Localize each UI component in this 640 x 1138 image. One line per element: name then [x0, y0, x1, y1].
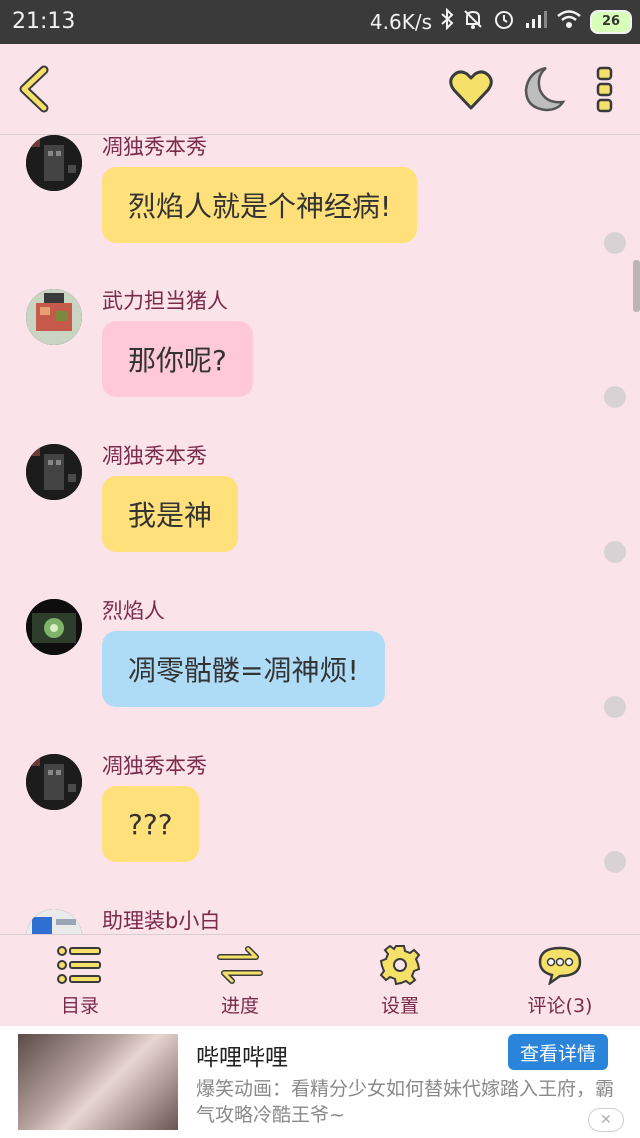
moon-icon — [524, 66, 566, 112]
toolbar-label: 目录 — [60, 995, 99, 1017]
close-icon[interactable]: ✕ — [588, 1108, 624, 1132]
swap-icon — [217, 946, 263, 984]
reader-header — [0, 44, 640, 135]
sender-name: 助理装b小白 — [102, 909, 221, 933]
sender-name: 凋独秀本秀 — [102, 444, 207, 468]
sender-name: 凋独秀本秀 — [102, 754, 207, 778]
comment-dot[interactable] — [604, 851, 626, 873]
status-time: 21:13 — [12, 9, 76, 34]
toolbar-comments-button[interactable]: 评论(3) — [480, 935, 640, 1027]
status-bar: 21:13 4.6K/s 26 — [0, 0, 640, 44]
ad-thumbnail[interactable] — [18, 1034, 178, 1130]
comment-dot[interactable] — [604, 386, 626, 408]
signal-icon — [524, 9, 548, 34]
comment-icon — [538, 946, 582, 985]
heart-icon — [449, 70, 493, 110]
status-icons: 4.6K/s 26 — [369, 7, 632, 35]
toolbar-settings-button[interactable]: 设置 — [320, 935, 480, 1027]
message-bubble[interactable]: 凋零骷髅=凋神烦! — [102, 631, 385, 707]
ad-description: 爆笑动画：看精分少女如何替妹代嫁踏入王府，霸气攻略冷酷王爷~ — [196, 1078, 615, 1126]
more-button[interactable] — [594, 66, 616, 114]
back-button[interactable] — [14, 64, 54, 114]
avatar[interactable] — [26, 135, 82, 191]
comment-dot[interactable] — [604, 232, 626, 254]
comment-dot[interactable] — [604, 541, 626, 563]
wifi-icon — [556, 9, 582, 34]
message-bubble[interactable]: 那你呢? — [102, 321, 253, 397]
message-bubble[interactable]: 烈焰人就是个神经病! — [102, 167, 418, 243]
toolbar-progress-button[interactable]: 进度 — [160, 935, 320, 1027]
sender-name: 凋独秀本秀 — [102, 135, 207, 159]
gear-icon — [379, 945, 421, 985]
sender-name: 烈焰人 — [102, 599, 165, 623]
list-icon — [57, 946, 101, 984]
ad-details-button[interactable]: 查看详情 — [508, 1034, 608, 1070]
comment-dot[interactable] — [604, 696, 626, 718]
ad-banner[interactable]: 哔哩哔哩 查看详情 爆笑动画：看精分少女如何替妹代嫁踏入王府，霸气攻略冷酷王爷~… — [0, 1026, 640, 1138]
back-icon — [19, 65, 49, 113]
toolbar-label: 进度 — [220, 995, 259, 1017]
scrollbar[interactable] — [633, 260, 640, 312]
bluetooth-icon — [440, 7, 454, 35]
toolbar-label: 设置 — [380, 995, 419, 1017]
avatar[interactable] — [26, 754, 82, 810]
alarm-icon — [492, 8, 516, 35]
battery-icon: 26 — [590, 9, 632, 34]
sender-name: 武力担当猪人 — [102, 289, 228, 313]
chat-list[interactable]: 凋独秀本秀 烈焰人就是个神经病! 武力担当猪人 那你呢? 凋独秀本秀 我是神 烈… — [0, 135, 640, 934]
message-bubble[interactable]: 我是神 — [102, 476, 239, 552]
network-speed: 4.6K/s — [369, 9, 432, 34]
avatar[interactable] — [26, 599, 82, 655]
avatar[interactable] — [26, 909, 82, 934]
bottom-toolbar: 目录 进度 设置 评论(3) — [0, 934, 640, 1027]
mute-icon — [462, 8, 484, 35]
avatar[interactable] — [26, 444, 82, 500]
night-mode-button[interactable] — [518, 64, 566, 114]
favorite-button[interactable] — [448, 68, 494, 112]
message-bubble[interactable]: ??? — [102, 786, 199, 862]
ad-title: 哔哩哔哩 — [196, 1045, 288, 1071]
toolbar-catalog-button[interactable]: 目录 — [0, 935, 160, 1027]
more-icon — [596, 66, 613, 113]
avatar[interactable] — [26, 289, 82, 345]
toolbar-label: 评论(3) — [527, 995, 593, 1017]
